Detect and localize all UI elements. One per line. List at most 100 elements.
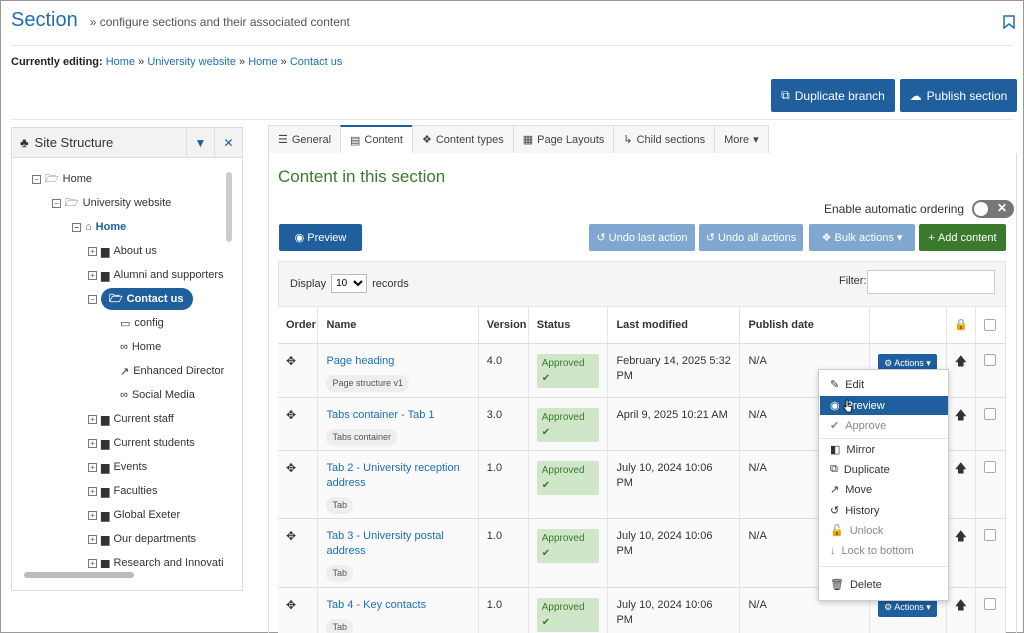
arrow-up-icon[interactable]: 🡅 [955, 529, 967, 543]
arrow-down-icon: ↓ [830, 544, 836, 557]
divider [11, 119, 1013, 120]
tree-node-our-departments[interactable]: + ▆ Our departments [88, 528, 196, 550]
tree-node-enhanced-directory[interactable]: ↗ Enhanced Directory [120, 360, 224, 382]
duplicate-branch-button[interactable]: ⧉ Duplicate branch [771, 79, 895, 112]
menu-item-move[interactable]: ↗ Move [820, 480, 948, 499]
tree-node-faculties[interactable]: + ▆ Faculties [88, 480, 158, 502]
menu-item-lock-to-bottom[interactable]: ↓ Lock to bottom [820, 541, 948, 560]
menu-item-approve[interactable]: ✔ Approve [820, 416, 948, 435]
folder-open-icon: 🗁 [109, 292, 123, 305]
vertical-scrollbar[interactable] [226, 172, 232, 242]
row-name[interactable]: Tab 4 - Key contacts [326, 599, 426, 611]
tree-node-config[interactable]: ▭ config [120, 312, 164, 334]
tab-content-types[interactable]: ❖ Content types [411, 125, 514, 153]
tree-node-home-site[interactable]: − ⌂ Home [72, 216, 126, 238]
col-order[interactable]: Order [278, 307, 319, 344]
bookmark-icon[interactable] [1003, 15, 1015, 29]
col-version[interactable]: Version [478, 307, 529, 344]
expand-node-icon[interactable]: + [88, 462, 97, 472]
filter-icon[interactable]: ▼ [186, 127, 214, 158]
expand-node-icon[interactable]: + [88, 510, 97, 520]
records-per-page-select[interactable]: 10 [331, 274, 368, 293]
tree-node-contact-us[interactable]: 🗁 Contact us [101, 288, 194, 310]
undo-all-button[interactable]: ↺ Undo all actions [699, 224, 803, 251]
col-publish-date[interactable]: Publish date [739, 307, 871, 344]
preview-button[interactable]: ◉ Preview [279, 224, 362, 251]
expand-node-icon[interactable]: + [88, 534, 97, 544]
publish-section-button[interactable]: ☁ Publish section [900, 79, 1017, 112]
row-name[interactable]: Tab 3 - University postal address [326, 530, 443, 557]
col-name[interactable]: Name [317, 307, 479, 344]
arrow-up-icon[interactable]: 🡅 [955, 354, 967, 368]
tab-general[interactable]: ☰ General [268, 125, 342, 153]
tree-node-social-media[interactable]: ∞ Social Media [120, 384, 195, 406]
row-checkbox[interactable] [983, 597, 996, 610]
collapse-icon[interactable]: − [52, 198, 61, 208]
move-icon[interactable]: ✥ [286, 408, 296, 422]
menu-item-preview[interactable]: ◉ Preview [820, 396, 948, 415]
arrow-up-icon[interactable]: 🡅 [955, 598, 967, 612]
expand-node-icon[interactable]: + [88, 486, 97, 496]
crumb-home-2[interactable]: Home [248, 56, 277, 68]
tab-child-sections[interactable]: ↳ Child sections [613, 125, 716, 153]
row-checkbox[interactable] [983, 528, 996, 541]
tree-node-university-website[interactable]: − 🗁 University website [52, 192, 171, 214]
collapse-icon[interactable]: − [32, 174, 41, 184]
crumb-university-website[interactable]: University website [147, 56, 236, 68]
caret-down-icon: ▾ [753, 134, 759, 146]
site-structure-panel: ♣ Site Structure ▼ ✕ − 🗁 Home − 🗁 University… [11, 127, 243, 591]
tab-content[interactable]: ▤ Content [340, 125, 413, 153]
tree-node-home[interactable]: − 🗁 Home [32, 168, 92, 190]
move-icon[interactable]: ✥ [286, 598, 296, 612]
crumb-home[interactable]: Home [106, 56, 135, 68]
col-last-modified[interactable]: Last modified [607, 307, 741, 344]
move-icon[interactable]: ✥ [286, 461, 296, 475]
tab-more[interactable]: More ▾ [714, 125, 769, 153]
row-name[interactable]: Tab 2 - University reception address [326, 462, 459, 489]
row-version: 4.0 [478, 343, 529, 398]
col-status[interactable]: Status [528, 307, 609, 344]
arrow-up-icon[interactable]: 🡅 [955, 408, 967, 422]
row-modified: July 10, 2024 10:06 PM [607, 450, 741, 519]
row-checkbox[interactable] [983, 407, 996, 420]
expand-node-icon[interactable]: + [88, 270, 97, 280]
bulk-actions-button[interactable]: ❖ Bulk actions ▾ [809, 224, 915, 251]
tree-node-global-exeter[interactable]: + ▆ Global Exeter [88, 504, 180, 526]
collapse-icon[interactable]: − [88, 294, 97, 304]
menu-item-duplicate[interactable]: ⧉ Duplicate [820, 460, 948, 479]
add-content-button[interactable]: + Add content [919, 224, 1006, 251]
tab-page-layouts[interactable]: ▦ Page Layouts [512, 125, 615, 153]
expand-node-icon[interactable]: + [88, 558, 97, 568]
filter-input[interactable] [867, 270, 995, 294]
row-modified: April 9, 2025 10:21 AM [607, 397, 741, 451]
select-all-checkbox[interactable] [975, 307, 1007, 344]
expand-icon[interactable]: ✕ [214, 127, 242, 158]
tree-node-alumni[interactable]: + ▆ Alumni and supporters [88, 264, 224, 286]
row-name[interactable]: Tabs container - Tab 1 [326, 409, 434, 421]
expand-node-icon[interactable]: + [88, 246, 97, 256]
collapse-icon[interactable]: − [72, 222, 81, 232]
expand-node-icon[interactable]: + [88, 438, 97, 448]
arrow-up-icon[interactable]: 🡅 [955, 461, 967, 475]
row-checkbox[interactable] [983, 353, 996, 366]
tree-node-research[interactable]: + ▆ Research and Innovation [88, 552, 224, 568]
row-name[interactable]: Page heading [326, 355, 394, 367]
undo-last-button[interactable]: ↺ Undo last action [589, 224, 695, 251]
move-icon[interactable]: ✥ [286, 354, 296, 368]
menu-item-delete[interactable]: 🗑 Delete [820, 575, 948, 594]
tree-node-current-students[interactable]: + ▆ Current students [88, 432, 195, 454]
tree-node-events[interactable]: + ▆ Events [88, 456, 147, 478]
menu-item-unlock[interactable]: 🔓 Unlock [820, 521, 948, 540]
move-icon[interactable]: ✥ [286, 529, 296, 543]
auto-ordering-toggle[interactable]: ✕ [972, 200, 1015, 218]
tree-node-home-link[interactable]: ∞ Home [120, 336, 161, 358]
menu-item-history[interactable]: ↺ History [820, 501, 948, 520]
tree-node-current-staff[interactable]: + ▆ Current staff [88, 408, 174, 430]
tree-node-about-us[interactable]: + ▆ About us [88, 240, 157, 262]
menu-item-edit[interactable]: ✎ Edit [820, 375, 948, 394]
row-checkbox[interactable] [983, 460, 996, 473]
menu-item-mirror[interactable]: ◧ Mirror [820, 440, 948, 459]
expand-node-icon[interactable]: + [88, 414, 97, 424]
crumb-contact-us[interactable]: Contact us [290, 56, 343, 68]
horizontal-scrollbar[interactable] [24, 572, 134, 578]
